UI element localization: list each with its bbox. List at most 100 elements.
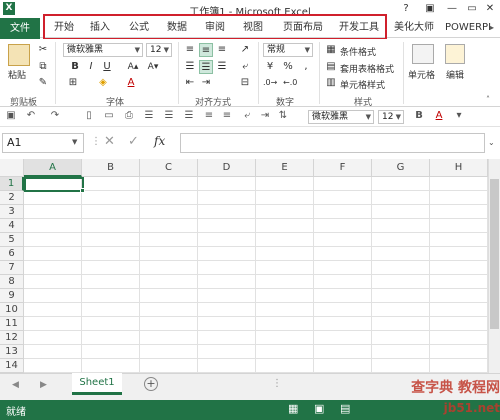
column-header-g[interactable]: G bbox=[372, 159, 430, 177]
font-color-icon[interactable]: A bbox=[124, 76, 138, 90]
row-header-12[interactable]: 12 bbox=[0, 331, 24, 345]
ribbon-display-icon[interactable]: ▣ bbox=[422, 2, 438, 16]
column-header-h[interactable]: H bbox=[430, 159, 488, 177]
tab-scroll-right-icon[interactable]: ▸ bbox=[490, 18, 500, 38]
column-header-a[interactable]: A bbox=[24, 159, 82, 177]
font-grow-icon[interactable]: A▴ bbox=[126, 60, 140, 74]
decrease-decimal-icon[interactable]: ←.0 bbox=[283, 76, 297, 90]
align-left-icon[interactable]: ☰ bbox=[142, 109, 156, 123]
row-header-10[interactable]: 10 bbox=[0, 303, 24, 317]
row-header-3[interactable]: 3 bbox=[0, 205, 24, 219]
number-format-dropdown[interactable]: 常规 ▼ bbox=[263, 43, 313, 57]
page-layout-view-icon[interactable]: ▣ bbox=[314, 402, 324, 415]
formula-input[interactable] bbox=[180, 133, 485, 153]
row-header-7[interactable]: 7 bbox=[0, 261, 24, 275]
align-middle-icon[interactable]: ≡ bbox=[199, 43, 213, 57]
comma-button[interactable]: , bbox=[299, 60, 313, 74]
next-sheet-icon[interactable]: ▶ bbox=[40, 380, 47, 390]
expand-formula-icon[interactable]: ⌄ bbox=[488, 138, 495, 147]
new-file-icon[interactable]: ▯ bbox=[82, 109, 96, 123]
editing-icon[interactable] bbox=[445, 44, 465, 64]
sort-icon[interactable]: ⇅ bbox=[276, 109, 290, 123]
increase-decimal-icon[interactable]: .0→ bbox=[263, 76, 277, 90]
font-size-dropdown[interactable]: 12 ▼ bbox=[146, 43, 172, 57]
row-header-8[interactable]: 8 bbox=[0, 275, 24, 289]
currency-icon[interactable]: ¥ bbox=[263, 60, 277, 74]
row-header-14[interactable]: 14 bbox=[0, 359, 24, 373]
merge-center-icon[interactable]: ⊟ bbox=[238, 76, 252, 90]
add-sheet-button[interactable]: + bbox=[144, 377, 158, 391]
formula-drag-icon[interactable]: ⋮ bbox=[91, 136, 101, 147]
format-table-button[interactable]: 套用表格格式 bbox=[340, 62, 394, 75]
cells-icon[interactable] bbox=[412, 44, 434, 64]
font-name-dropdown[interactable]: 微软雅黑 ▼ bbox=[63, 43, 143, 57]
cell-area[interactable] bbox=[24, 177, 488, 373]
align-top-icon[interactable]: ≡ bbox=[183, 43, 197, 57]
fill-handle[interactable] bbox=[80, 188, 85, 193]
fill-color-icon[interactable]: ◈ bbox=[96, 76, 110, 90]
editing-button[interactable]: 编辑 bbox=[446, 68, 464, 81]
border-icon[interactable]: ⊞ bbox=[66, 76, 80, 90]
column-header-b[interactable]: B bbox=[82, 159, 140, 177]
font-color-icon[interactable]: A bbox=[432, 109, 446, 123]
conditional-format-button[interactable]: 条件格式 bbox=[340, 45, 376, 58]
bold-icon[interactable]: B bbox=[412, 109, 426, 123]
font-shrink-icon[interactable]: A▾ bbox=[146, 60, 160, 74]
active-cell-a1[interactable] bbox=[24, 177, 84, 192]
print-icon[interactable]: ⎙ bbox=[122, 109, 136, 123]
split-handle-icon[interactable]: ⋮ bbox=[272, 378, 282, 389]
column-header-d[interactable]: D bbox=[198, 159, 256, 177]
underline-button[interactable]: U bbox=[100, 60, 114, 74]
align-center-icon[interactable]: ☰ bbox=[162, 109, 176, 123]
minimize-button[interactable]: — bbox=[444, 2, 460, 16]
indent-icon[interactable]: ⇥ bbox=[258, 109, 272, 123]
restore-button[interactable]: ▭ bbox=[464, 2, 480, 16]
percent-button[interactable]: % bbox=[281, 60, 295, 74]
tab-file[interactable]: 文件 bbox=[0, 18, 40, 39]
row-header-11[interactable]: 11 bbox=[0, 317, 24, 331]
format-table-icon[interactable]: ▤ bbox=[324, 60, 338, 74]
italic-button[interactable]: I bbox=[84, 60, 98, 74]
cut-icon[interactable]: ✂ bbox=[36, 43, 50, 57]
align-top-icon[interactable]: ≡ bbox=[202, 109, 216, 123]
chevron-down-icon[interactable]: ▼ bbox=[72, 138, 77, 146]
align-bottom-icon[interactable]: ≡ bbox=[215, 43, 229, 57]
tab-beautify[interactable]: 美化大师 bbox=[389, 18, 439, 38]
qat-font-dropdown[interactable]: 微软雅黑 ▼ bbox=[308, 110, 374, 124]
save-icon[interactable]: ▣ bbox=[4, 109, 18, 123]
row-header-13[interactable]: 13 bbox=[0, 345, 24, 359]
tab-powerpivot[interactable]: POWERPIV bbox=[445, 18, 491, 38]
column-header-c[interactable]: C bbox=[140, 159, 198, 177]
wrap-text-icon[interactable]: ⤶ bbox=[238, 60, 252, 74]
increase-indent-icon[interactable]: ⇥ bbox=[199, 76, 213, 90]
scroll-thumb[interactable] bbox=[490, 179, 499, 329]
page-break-view-icon[interactable]: ▤ bbox=[340, 402, 350, 415]
prev-sheet-icon[interactable]: ◀ bbox=[12, 380, 19, 390]
insert-function-button[interactable]: fx bbox=[154, 134, 165, 148]
copy-icon[interactable]: ⧉ bbox=[36, 60, 50, 74]
open-file-icon[interactable]: ▭ bbox=[102, 109, 116, 123]
close-button[interactable]: ✕ bbox=[482, 2, 498, 16]
align-center-icon[interactable]: ☰ bbox=[199, 60, 213, 74]
wrap-icon[interactable]: ⤶ bbox=[240, 109, 254, 123]
row-header-9[interactable]: 9 bbox=[0, 289, 24, 303]
redo-icon[interactable]: ↷ bbox=[48, 109, 62, 123]
collapse-ribbon-icon[interactable]: ˄ bbox=[486, 95, 490, 104]
align-middle-icon[interactable]: ≡ bbox=[220, 109, 234, 123]
align-justify-icon[interactable]: ☰ bbox=[182, 109, 196, 123]
align-left-icon[interactable]: ☰ bbox=[183, 60, 197, 74]
row-header-6[interactable]: 6 bbox=[0, 247, 24, 261]
column-header-f[interactable]: F bbox=[314, 159, 372, 177]
bold-button[interactable]: B bbox=[68, 60, 82, 74]
qat-size-dropdown[interactable]: 12 ▼ bbox=[378, 110, 404, 124]
cell-styles-button[interactable]: 单元格样式 bbox=[340, 78, 385, 91]
orientation-icon[interactable]: ↗ bbox=[238, 43, 252, 57]
cells-button[interactable]: 单元格 bbox=[408, 68, 435, 81]
row-header-2[interactable]: 2 bbox=[0, 191, 24, 205]
sheet-tab-sheet1[interactable]: Sheet1 bbox=[72, 373, 122, 395]
row-header-5[interactable]: 5 bbox=[0, 233, 24, 247]
enter-icon[interactable]: ✓ bbox=[128, 134, 139, 149]
cancel-icon[interactable]: ✕ bbox=[104, 134, 115, 149]
decrease-indent-icon[interactable]: ⇤ bbox=[183, 76, 197, 90]
help-button[interactable]: ? bbox=[398, 2, 414, 16]
